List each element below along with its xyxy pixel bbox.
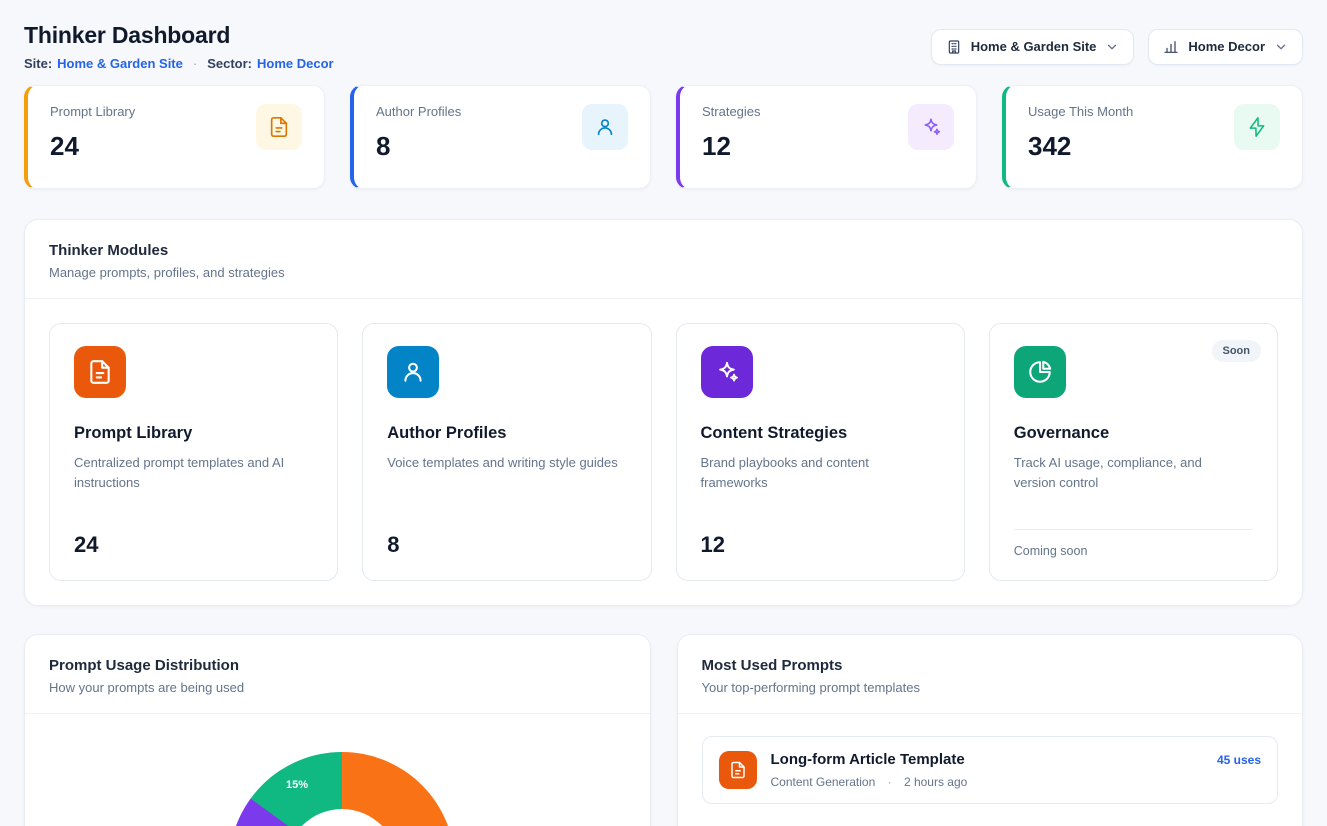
stat-card-prompt-library: Prompt Library 24 <box>24 85 325 189</box>
usage-distribution-panel: Prompt Usage Distribution How your promp… <box>24 634 651 826</box>
stat-card-usage: Usage This Month 342 <box>1002 85 1303 189</box>
title-block: Thinker Dashboard Site: Home & Garden Si… <box>24 22 334 71</box>
module-title: Author Profiles <box>387 424 626 443</box>
sector-label: Sector: <box>207 56 252 71</box>
coming-soon-label: Coming soon <box>1014 529 1253 558</box>
module-title: Governance <box>1014 424 1253 443</box>
usage-donut: 15% <box>229 752 455 826</box>
stat-value: 12 <box>702 131 761 162</box>
usage-chart-title: Prompt Usage Distribution <box>49 657 626 674</box>
document-icon <box>256 104 302 150</box>
module-card-content-strategies[interactable]: Content Strategies Brand playbooks and c… <box>676 323 965 581</box>
stat-label: Author Profiles <box>376 104 461 119</box>
stat-label: Prompt Library <box>50 104 135 119</box>
document-icon <box>719 751 757 789</box>
breadcrumb: Site: Home & Garden Site · Sector: Home … <box>24 56 334 71</box>
module-description: Voice templates and writing style guides <box>387 453 619 473</box>
sparkles-icon <box>908 104 954 150</box>
most-used-prompts-panel: Most Used Prompts Your top-performing pr… <box>677 634 1304 826</box>
prompt-time: 2 hours ago <box>904 775 967 789</box>
page-title: Thinker Dashboard <box>24 22 334 49</box>
stat-card-author-profiles: Author Profiles 8 <box>350 85 651 189</box>
meta-separator: · <box>888 775 892 789</box>
prompt-list-item[interactable]: Long-form Article Template Content Gener… <box>702 736 1279 804</box>
sector-selector-label: Home Decor <box>1188 39 1265 54</box>
module-count: 8 <box>387 532 626 558</box>
breadcrumb-separator: · <box>193 56 197 71</box>
module-count: 12 <box>701 532 940 558</box>
site-selector-dropdown[interactable]: Home & Garden Site <box>931 29 1135 65</box>
topbar: Thinker Dashboard Site: Home & Garden Si… <box>24 22 1303 71</box>
modules-subtitle: Manage prompts, profiles, and strategies <box>49 265 1278 280</box>
thinker-modules-panel: Thinker Modules Manage prompts, profiles… <box>24 219 1303 606</box>
stat-label: Strategies <box>702 104 761 119</box>
module-title: Prompt Library <box>74 424 313 443</box>
bar-chart-icon <box>1163 39 1179 55</box>
module-title: Content Strategies <box>701 424 940 443</box>
stat-value: 24 <box>50 131 135 162</box>
module-card-author-profiles[interactable]: Author Profiles Voice templates and writ… <box>362 323 651 581</box>
modules-grid: Prompt Library Centralized prompt templa… <box>25 299 1302 605</box>
prompt-category: Content Generation <box>771 775 876 789</box>
stat-label: Usage This Month <box>1028 104 1133 119</box>
stat-card-strategies: Strategies 12 <box>676 85 977 189</box>
module-card-governance[interactable]: Soon Governance Track AI usage, complian… <box>989 323 1278 581</box>
most-used-subtitle: Your top-performing prompt templates <box>702 680 1279 695</box>
soon-badge: Soon <box>1212 340 1262 362</box>
module-description: Track AI usage, compliance, and version … <box>1014 453 1246 492</box>
usage-chart-area: 15% <box>25 714 650 826</box>
document-icon <box>74 346 126 398</box>
sparkles-icon <box>701 346 753 398</box>
module-card-prompt-library[interactable]: Prompt Library Centralized prompt templa… <box>49 323 338 581</box>
stat-value: 342 <box>1028 131 1133 162</box>
prompt-uses-badge: 45 uses <box>1217 751 1261 767</box>
bottom-row: Prompt Usage Distribution How your promp… <box>24 634 1303 826</box>
prompt-meta: Content Generation · 2 hours ago <box>771 775 968 789</box>
pie-chart-icon <box>1014 346 1066 398</box>
prompt-title: Long-form Article Template <box>771 751 968 768</box>
module-description: Centralized prompt templates and AI inst… <box>74 453 306 492</box>
user-icon <box>582 104 628 150</box>
prompts-list: Long-form Article Template Content Gener… <box>678 714 1303 826</box>
lightning-icon <box>1234 104 1280 150</box>
donut-slice-label: 15% <box>286 779 308 791</box>
sector-selector-dropdown[interactable]: Home Decor <box>1148 29 1303 65</box>
most-used-title: Most Used Prompts <box>702 657 1279 674</box>
usage-chart-subtitle: How your prompts are being used <box>49 680 626 695</box>
module-description: Brand playbooks and content frameworks <box>701 453 933 492</box>
site-label: Site: <box>24 56 52 71</box>
site-link[interactable]: Home & Garden Site <box>57 56 183 71</box>
user-icon <box>387 346 439 398</box>
topbar-actions: Home & Garden Site Home Decor <box>931 29 1303 65</box>
chevron-down-icon <box>1274 40 1288 54</box>
stats-row: Prompt Library 24 Author Profiles 8 <box>24 85 1303 189</box>
module-count: 24 <box>74 532 313 558</box>
building-icon <box>946 39 962 55</box>
sector-link[interactable]: Home Decor <box>257 56 334 71</box>
modules-title: Thinker Modules <box>49 242 1278 259</box>
chevron-down-icon <box>1105 40 1119 54</box>
dashboard-page: Thinker Dashboard Site: Home & Garden Si… <box>0 0 1327 826</box>
site-selector-label: Home & Garden Site <box>971 39 1097 54</box>
stat-value: 8 <box>376 131 461 162</box>
